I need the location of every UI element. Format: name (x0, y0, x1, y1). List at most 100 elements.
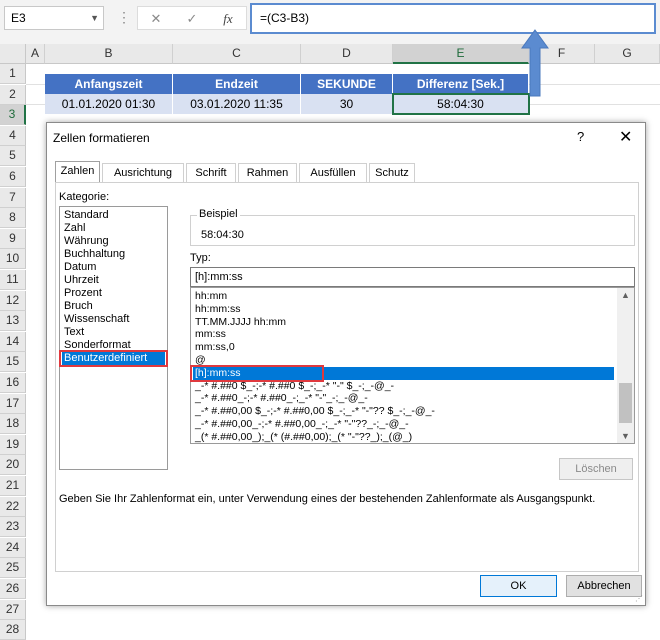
tab-ausfuellen[interactable]: Ausfüllen (299, 163, 367, 183)
category-item[interactable]: Währung (62, 235, 165, 248)
category-label: Kategorie: (59, 191, 110, 203)
category-item[interactable]: Zahl (62, 222, 165, 235)
hint-text: Geben Sie Ihr Zahlenformat ein, unter Ve… (59, 493, 596, 505)
format-item[interactable]: mm:ss,0 (193, 341, 614, 354)
category-item[interactable]: Prozent (62, 287, 165, 300)
row-header-13[interactable]: 13 (0, 311, 26, 332)
column-header-e[interactable]: E (393, 44, 529, 64)
format-item[interactable]: TT.MM.JJJJ hh:mm (193, 316, 614, 329)
format-item[interactable]: _-* #.##0_-;-* #.##0_-;_-* "-"_-;_-@_- (193, 392, 614, 405)
formula-buttons: ✕ ✓ fx (137, 6, 247, 30)
row-header-12[interactable]: 12 (0, 290, 26, 311)
table-cell-c3[interactable]: 03.01.2020 11:35 (173, 94, 301, 114)
highlight-box-category (59, 350, 168, 367)
row-header-17[interactable]: 17 (0, 393, 26, 414)
column-header-d[interactable]: D (301, 44, 393, 64)
row-header-2[interactable]: 2 (0, 84, 26, 105)
format-item[interactable]: _-* #.##0,00 $_-;-* #.##0,00 $_-;_-* "-"… (193, 405, 614, 418)
close-icon[interactable]: ✕ (619, 127, 632, 147)
tab-rahmen[interactable]: Rahmen (238, 163, 297, 183)
enter-icon[interactable]: ✓ (180, 9, 204, 29)
row-header-26[interactable]: 26 (0, 579, 26, 599)
row-header-21[interactable]: 21 (0, 476, 26, 496)
ok-button[interactable]: OK (480, 575, 557, 597)
sample-value: 58:04:30 (201, 229, 244, 241)
dialog-title: Zellen formatieren (53, 131, 150, 145)
row-header-11[interactable]: 11 (0, 270, 26, 290)
category-item[interactable]: Standard (62, 209, 165, 222)
row-header-7[interactable]: 7 (0, 187, 26, 208)
table-header-differenz[interactable]: Differenz [Sek.] (393, 74, 529, 94)
tab-schutz[interactable]: Schutz (369, 163, 415, 183)
row-header-20[interactable]: 20 (0, 455, 26, 476)
select-all-corner[interactable] (0, 44, 26, 64)
table-header-sekunde[interactable]: SEKUNDE (301, 74, 393, 94)
format-item[interactable]: hh:mm (193, 290, 614, 303)
tab-zahlen[interactable]: Zahlen (55, 161, 100, 183)
row-header-16[interactable]: 16 (0, 373, 26, 393)
row-header-1[interactable]: 1 (0, 64, 26, 84)
table-cell-b3[interactable]: 01.01.2020 01:30 (45, 94, 173, 114)
active-cell-border (392, 93, 530, 115)
type-input[interactable]: [h]:mm:ss (190, 267, 635, 287)
highlight-box-format (190, 365, 324, 382)
chevron-down-icon[interactable]: ▼ (617, 429, 634, 443)
format-item[interactable]: _(* #.##0,00_);_(* (#.##0,00);_(* "-"??_… (193, 431, 614, 443)
format-item[interactable]: hh:mm:ss (193, 303, 614, 316)
column-header-c[interactable]: C (173, 44, 301, 64)
row-header-27[interactable]: 27 (0, 599, 26, 620)
table-header-anfangszeit[interactable]: Anfangszeit (45, 74, 173, 94)
row-header-19[interactable]: 19 (0, 434, 26, 455)
row-header-22[interactable]: 22 (0, 496, 26, 517)
row-header-3[interactable]: 3 (0, 105, 26, 126)
formula-bar-area: E3 ▼ ⋮ ✕ ✓ fx =(C3-B3) (0, 0, 660, 44)
sample-label: Beispiel (197, 208, 240, 220)
category-list[interactable]: Standard Zahl Währung Buchhaltung Datum Uhrze… (59, 206, 168, 470)
cancel-icon[interactable]: ✕ (144, 9, 168, 29)
resize-grip-icon[interactable]: ⋰ (635, 594, 643, 603)
chevron-down-icon[interactable]: ▼ (90, 7, 99, 29)
category-item[interactable]: Bruch (62, 300, 165, 313)
row-header-8[interactable]: 8 (0, 208, 26, 229)
category-item[interactable]: Text (62, 326, 165, 339)
cancel-button[interactable]: Abbrechen (566, 575, 642, 597)
row-header-23[interactable]: 23 (0, 517, 26, 538)
row-header-10[interactable]: 10 (0, 249, 26, 270)
row-header-28[interactable]: 28 (0, 620, 26, 640)
row-header-15[interactable]: 15 (0, 352, 26, 373)
format-cells-dialog: Zellen formatieren ? ✕ Zahlen Ausrichtun… (46, 122, 646, 606)
row-header-18[interactable]: 18 (0, 414, 26, 435)
row-header-5[interactable]: 5 (0, 146, 26, 167)
tab-ausrichtung[interactable]: Ausrichtung (102, 163, 184, 183)
type-label: Typ: (190, 252, 211, 264)
column-header-g[interactable]: G (595, 44, 660, 64)
format-item[interactable]: mm:ss (193, 328, 614, 341)
sample-group (190, 215, 635, 246)
delete-button[interactable]: Löschen (559, 458, 633, 480)
help-icon[interactable]: ? (577, 129, 584, 144)
row-header-4[interactable]: 4 (0, 125, 26, 146)
row-header-9[interactable]: 9 (0, 228, 26, 249)
column-header-b[interactable]: B (45, 44, 173, 64)
row-header-24[interactable]: 24 (0, 537, 26, 558)
row-header-14[interactable]: 14 (0, 331, 26, 352)
table-cell-d3[interactable]: 30 (301, 94, 393, 114)
formula-input[interactable]: =(C3-B3) (250, 3, 656, 34)
category-item[interactable]: Wissenschaft (62, 313, 165, 326)
row-header-6[interactable]: 6 (0, 167, 26, 187)
chevron-up-icon[interactable]: ▲ (617, 288, 634, 302)
category-item[interactable]: Buchhaltung (62, 248, 165, 261)
more-options-icon: ⋮ (117, 9, 132, 25)
name-box[interactable]: E3 ▼ (4, 6, 104, 30)
format-item[interactable]: _-* #.##0,00_-;-* #.##0,00_-;_-* "-"??_-… (193, 418, 614, 431)
column-header-a[interactable]: A (26, 44, 45, 64)
insert-function-icon[interactable]: fx (216, 9, 240, 29)
category-item[interactable]: Datum (62, 261, 165, 274)
tab-schrift[interactable]: Schrift (186, 163, 236, 183)
scrollbar-thumb[interactable] (619, 383, 632, 423)
row-header-25[interactable]: 25 (0, 558, 26, 579)
category-item[interactable]: Uhrzeit (62, 274, 165, 287)
table-header-endzeit[interactable]: Endzeit (173, 74, 301, 94)
callout-arrow-icon (521, 29, 549, 97)
format-list-scrollbar[interactable]: ▲ ▼ (617, 288, 634, 443)
